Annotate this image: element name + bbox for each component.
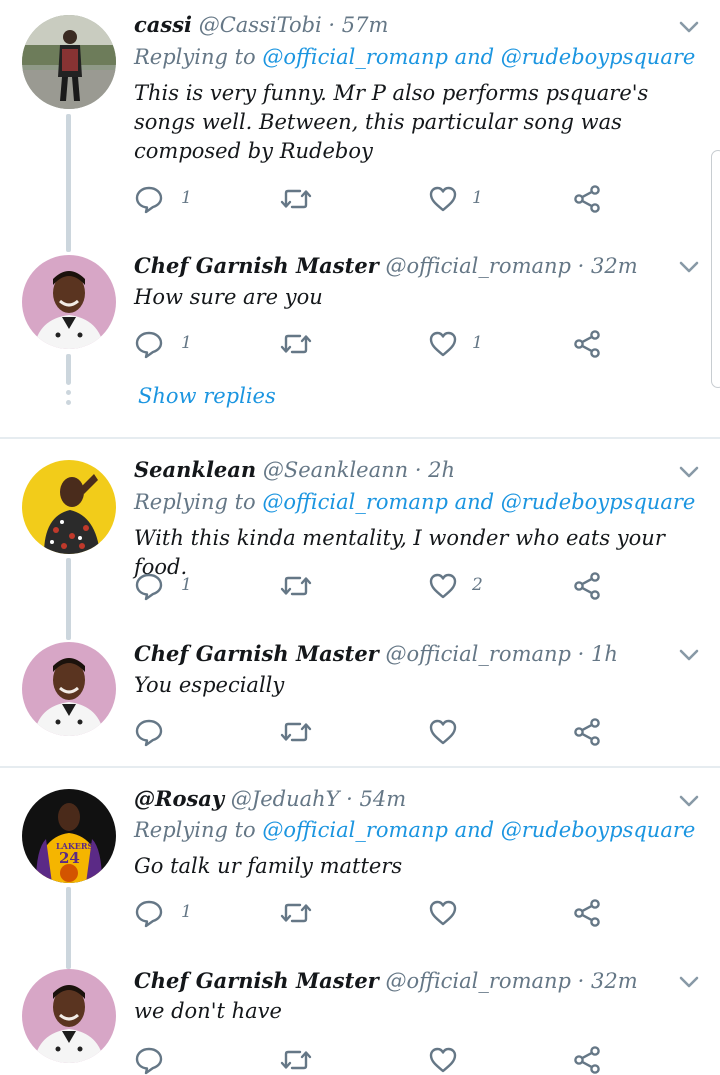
author-name[interactable]: cassi [134,12,192,37]
author-name[interactable]: Seanklean [134,457,256,482]
tweet-chef-reply-1[interactable]: Chef Garnish Master @official_romanp · 3… [0,250,720,435]
chevron-down-icon[interactable] [678,647,700,663]
tweet-seanklean[interactable]: Seanklean @Seankleann · 2h Replying to @… [0,440,720,640]
replying-to: Replying to @official_romanp and @rudebo… [134,45,695,69]
replying-to-label: Replying to [134,490,263,514]
tweet-rosay[interactable]: LAKERS 24 @Rosay @JeduahY · 54m Replying… [0,768,720,969]
share-icon[interactable] [572,329,602,359]
chevron-down-icon[interactable] [678,974,700,990]
share-icon[interactable] [572,898,602,928]
author-name[interactable]: Chef Garnish Master [134,641,379,666]
avatar[interactable] [22,969,116,1063]
reply-count: 1 [181,188,192,208]
show-replies-link[interactable]: Show replies [138,384,276,408]
tweet-actions: 1 1 [134,184,614,214]
tweet-text: You especially [134,673,285,697]
avatar[interactable] [22,15,116,109]
replying-to: Replying to @official_romanp and @rudebo… [134,490,695,514]
tweet-header: Seanklean @Seankleann · 2h [134,457,455,482]
tweet-header: Chef Garnish Master @official_romanp · 1… [134,641,618,666]
replying-to-label: Replying to [134,45,263,69]
retweet-icon[interactable] [280,184,312,214]
tweet-text: This is very funny. Mr P also performs p… [134,81,649,163]
replying-to-link[interactable]: @official_romanp and @rudeboypsquare [262,45,695,69]
author-handle[interactable]: @official_romanp · 1h [385,642,617,666]
thread-dots [65,380,73,408]
tweet-actions [134,1045,614,1075]
tweet-header: cassi @CassiTobi · 57m [134,12,388,37]
like-count: 2 [472,575,483,595]
like-count: 1 [472,333,483,353]
divider [0,437,720,439]
author-handle[interactable]: @official_romanp · 32m [385,254,637,278]
tweet-cassi[interactable]: cassi @CassiTobi · 57m Replying to @offi… [0,0,720,252]
reply-count: 1 [181,333,192,353]
share-icon[interactable] [572,571,602,601]
tweet-header: Chef Garnish Master @official_romanp · 3… [134,968,638,993]
tweet-actions: 1 1 [134,329,614,359]
chevron-down-icon[interactable] [678,793,700,809]
thread-line [66,558,71,640]
retweet-icon[interactable] [280,898,312,928]
tweet-text: Go talk ur family matters [134,854,403,878]
retweet-icon[interactable] [280,329,312,359]
tweet-actions [134,717,614,747]
author-handle[interactable]: @JeduahY · 54m [231,787,406,811]
like-icon[interactable] [428,1045,458,1075]
reply-count: 1 [181,902,192,922]
tweet-header: @Rosay @JeduahY · 54m [134,786,406,811]
like-icon[interactable] [428,329,458,359]
avatar[interactable] [22,642,116,736]
share-icon[interactable] [572,1045,602,1075]
tweet-header: Chef Garnish Master @official_romanp · 3… [134,253,638,278]
avatar[interactable] [22,460,116,554]
replying-to-link[interactable]: @official_romanp and @rudeboypsquare [262,818,695,842]
reply-button[interactable] [134,1045,164,1075]
like-count: 1 [472,188,483,208]
chevron-down-icon[interactable] [678,19,700,35]
author-handle[interactable]: @CassiTobi · 57m [199,13,389,37]
author-name[interactable]: Chef Garnish Master [134,253,379,278]
reply-count: 1 [181,575,192,595]
tweet-chef-reply-3[interactable]: Chef Garnish Master @official_romanp · 3… [0,964,720,1054]
retweet-icon[interactable] [280,571,312,601]
reply-button[interactable] [134,329,164,359]
reply-button[interactable] [134,571,164,601]
like-icon[interactable] [428,717,458,747]
author-handle[interactable]: @Seankleann · 2h [263,458,455,482]
reply-button[interactable] [134,717,164,747]
author-name[interactable]: Chef Garnish Master [134,968,379,993]
reply-button[interactable] [134,898,164,928]
retweet-icon[interactable] [280,1045,312,1075]
share-icon[interactable] [572,717,602,747]
scrollbar[interactable] [711,150,720,388]
replying-to-label: Replying to [134,818,263,842]
replying-to-link[interactable]: @official_romanp and @rudeboypsquare [262,490,695,514]
like-icon[interactable] [428,184,458,214]
tweet-actions: 1 2 [134,571,614,601]
tweet-text: How sure are you [134,285,323,309]
chevron-down-icon[interactable] [678,464,700,480]
avatar[interactable]: LAKERS 24 [22,789,116,883]
tweet-text: we don't have [134,999,282,1023]
like-icon[interactable] [428,571,458,601]
jersey-number-text: 24 [59,849,80,867]
share-icon[interactable] [572,184,602,214]
replying-to: Replying to @official_romanp and @rudebo… [134,818,695,842]
retweet-icon[interactable] [280,717,312,747]
avatar[interactable] [22,255,116,349]
tweet-chef-reply-2[interactable]: Chef Garnish Master @official_romanp · 1… [0,636,720,764]
chevron-down-icon[interactable] [678,259,700,275]
author-handle[interactable]: @official_romanp · 32m [385,969,637,993]
reply-button[interactable] [134,184,164,214]
author-name[interactable]: @Rosay [134,786,224,811]
thread-line [66,887,71,969]
tweet-actions: 1 [134,898,614,928]
like-icon[interactable] [428,898,458,928]
thread-line [66,114,71,252]
